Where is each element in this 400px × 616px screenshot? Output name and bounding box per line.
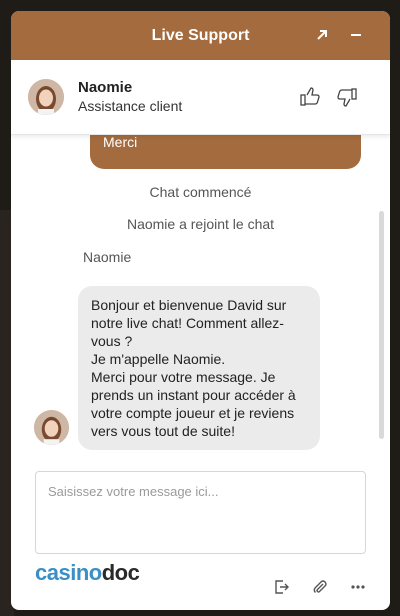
footer-toolbar	[272, 577, 368, 597]
casinodoc-logo: casino doc	[35, 560, 140, 586]
message-scrollbar[interactable]	[379, 211, 384, 439]
chat-header: Live Support	[11, 11, 390, 60]
agent-message-bubble: Bonjour et bienvenue David sur notre liv…	[78, 286, 320, 450]
thumbs-down-icon[interactable]	[334, 84, 360, 110]
expand-icon[interactable]	[310, 23, 334, 47]
system-message-joined: Naomie a rejoint le chat	[126, 216, 275, 232]
agent-info: Naomie Assistance client	[78, 79, 182, 115]
attachment-icon[interactable]	[310, 577, 330, 597]
chat-title: Live Support	[151, 26, 250, 44]
logo-text-doc: doc	[101, 560, 140, 585]
sender-label: Naomie	[83, 249, 132, 265]
exit-icon[interactable]	[272, 577, 292, 597]
message-list[interactable]: documents ? Merci Chat commencé Naomie a…	[11, 135, 390, 463]
system-message-started: Chat commencé	[149, 184, 252, 200]
thumbs-up-icon[interactable]	[297, 84, 323, 110]
message-input[interactable]	[36, 472, 365, 553]
minimize-icon[interactable]	[344, 23, 368, 47]
avatar	[28, 79, 64, 115]
more-icon[interactable]	[348, 577, 368, 597]
message-composer	[35, 471, 366, 554]
user-message-bubble: documents ? Merci	[90, 135, 361, 169]
agent-role: Assistance client	[78, 98, 183, 114]
logo-text-casino: casino	[35, 560, 102, 585]
agent-name: Naomie	[78, 79, 133, 96]
message-avatar	[34, 410, 69, 445]
chat-widget: Live Support Naomie Assistance client Me…	[11, 11, 390, 610]
agent-bar: Naomie Assistance client	[11, 60, 390, 135]
